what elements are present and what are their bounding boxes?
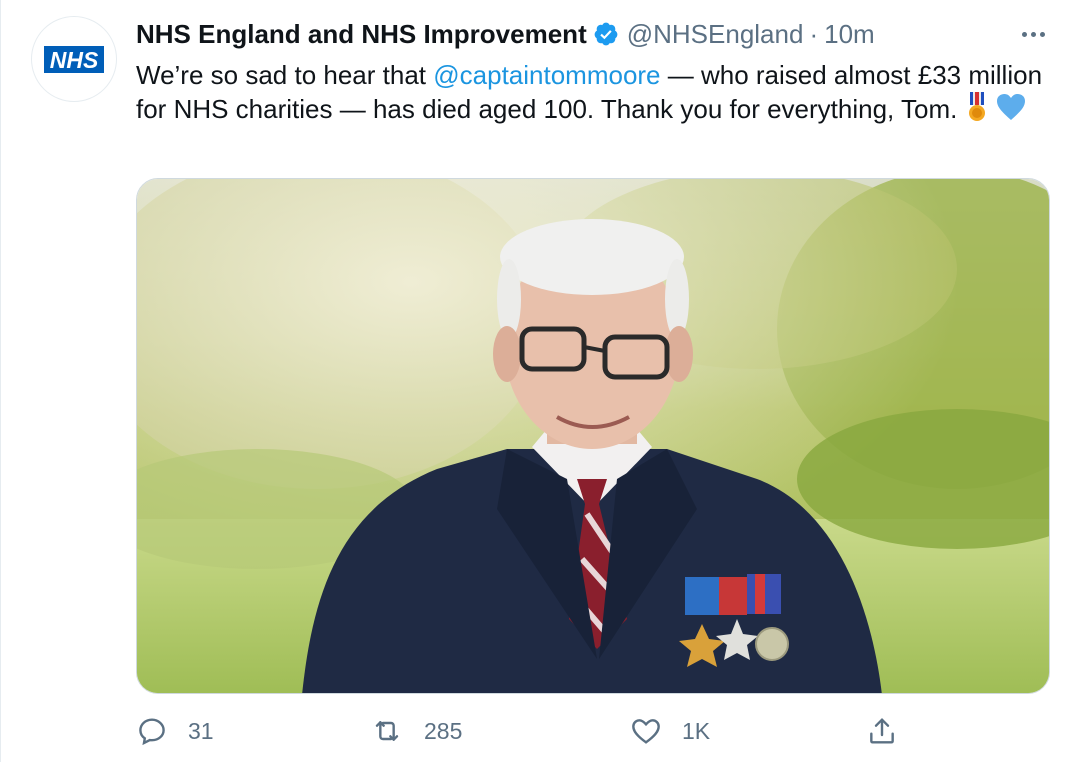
separator-dot: · [809,18,819,49]
reply-icon [136,715,168,747]
tweet-text: We’re so sad to hear that @captaintommoo… [136,58,1056,130]
share-button[interactable] [866,708,918,754]
blue-heart-emoji [996,93,1026,129]
reply-count: 31 [188,717,214,744]
like-button[interactable]: 1K [630,708,710,754]
more-icon[interactable] [1013,20,1053,48]
like-icon [630,715,662,747]
reply-button[interactable]: 31 [136,708,214,754]
tweet-text-before: We’re so sad to hear that [136,60,434,90]
verified-badge-icon [593,21,619,47]
tweet-card[interactable]: NHS NHS England and NHS Improvement @NHS… [0,0,1078,762]
retweet-button[interactable]: 285 [370,708,462,754]
nhs-logo: NHS [43,45,105,73]
tweet-photo[interactable] [136,178,1050,694]
tweet-actions: 31 285 1K [136,708,1036,754]
retweet-icon [370,715,404,747]
handle[interactable]: @NHSEngland [627,19,804,50]
like-count: 1K [682,717,711,744]
tweet-header: NHS England and NHS Improvement @NHSEngl… [136,14,875,54]
mention-link[interactable]: @captaintommoore [433,60,660,90]
retweet-count: 285 [424,717,463,744]
share-icon [866,715,898,747]
timestamp[interactable]: 10m [824,19,875,50]
display-name[interactable]: NHS England and NHS Improvement [136,19,587,50]
avatar[interactable]: NHS [31,16,117,102]
military-medal-emoji [965,92,989,130]
